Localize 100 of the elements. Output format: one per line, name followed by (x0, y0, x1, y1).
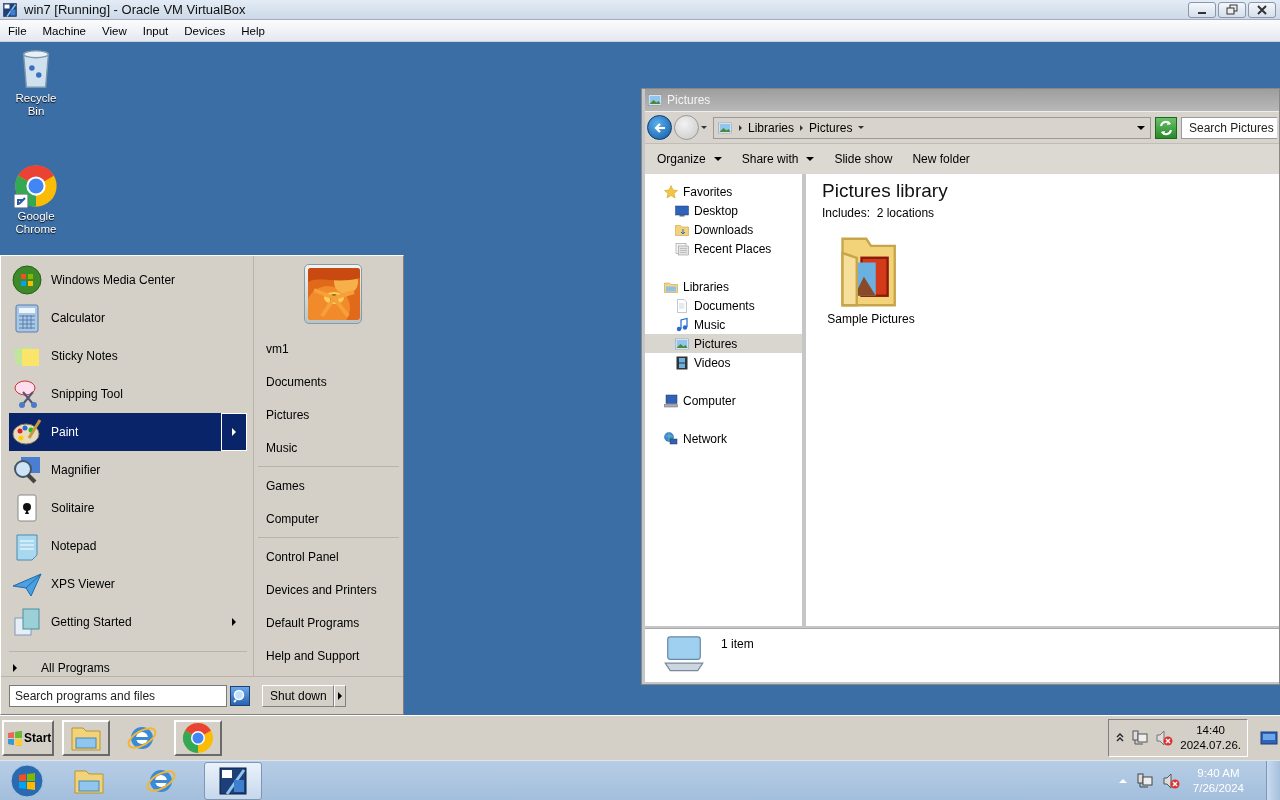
caret-icon (701, 126, 707, 129)
program-item[interactable]: Magnifier (9, 451, 247, 489)
menu-item[interactable]: Machine (34, 24, 94, 37)
program-item[interactable]: Paint (9, 413, 221, 451)
show-desktop-icon (1260, 730, 1278, 746)
menu-item[interactable]: File (0, 24, 35, 37)
menu-item[interactable]: View (94, 24, 135, 37)
caret-icon (713, 157, 722, 161)
nav-item[interactable]: Network (645, 429, 802, 448)
menu-item[interactable]: Music (258, 431, 403, 464)
nav-item[interactable]: Computer (645, 391, 802, 410)
search-field[interactable]: Search Pictures (1181, 116, 1277, 139)
menu-item[interactable]: Control Panel (258, 540, 399, 573)
nav-item[interactable]: Downloads (645, 220, 802, 239)
back-button[interactable] (647, 115, 672, 140)
app-icon (2, 1, 18, 18)
network-icon (1131, 729, 1149, 747)
recent-places-icon (674, 240, 690, 257)
nav-item[interactable]: Videos (645, 353, 802, 372)
address-bar[interactable]: Libraries Pictures (713, 116, 1151, 139)
refresh-button[interactable] (1155, 116, 1177, 139)
library-includes: Includes: 2 locations (822, 206, 936, 220)
start-button[interactable]: Start (2, 720, 54, 756)
arrow-icon (232, 618, 236, 626)
volume-muted-icon (1162, 771, 1180, 790)
windows-flag-icon (6, 729, 24, 747)
menu-item[interactable]: Documents (258, 365, 403, 398)
program-item[interactable]: Calculator (9, 299, 247, 337)
chrome-icon (182, 722, 214, 754)
taskbar-button[interactable] (204, 761, 262, 800)
monitor-icon (674, 202, 690, 219)
app-icon (217, 764, 249, 797)
item-count: 1 item (721, 637, 754, 651)
clock-date: 2024.07.26. (1180, 738, 1241, 753)
desktop-icon-label[interactable]: Google Chrome (6, 210, 66, 236)
laptop-icon (661, 633, 707, 673)
computer-icon (663, 392, 679, 409)
menu-item[interactable]: Devices (176, 24, 234, 37)
shut-down-options-button[interactable] (334, 684, 346, 707)
program-item[interactable]: Solitaire (9, 489, 247, 527)
toolbar-button[interactable]: Slide show (826, 147, 901, 171)
window-title: Pictures (667, 93, 711, 107)
search-button[interactable] (230, 685, 250, 706)
program-item[interactable]: Snipping Tool (9, 375, 247, 413)
music-note-icon (674, 316, 690, 333)
menu-item[interactable]: Pictures (258, 398, 403, 431)
toolbar-button[interactable]: Share with (733, 147, 823, 171)
all-programs-button[interactable]: All Programs (9, 651, 247, 676)
nav-item[interactable]: Desktop (645, 201, 802, 220)
arrow-icon (800, 124, 804, 131)
menu-item[interactable]: Input (134, 24, 177, 37)
clock-time: 14:40 (1196, 723, 1225, 738)
image-icon (647, 92, 663, 108)
nav-item[interactable]: Music (645, 315, 802, 334)
close-icon (1255, 3, 1269, 16)
nav-item[interactable]: Documents (645, 296, 802, 315)
restore-button[interactable] (1218, 1, 1246, 18)
clock-time: 9:40 AM (1197, 765, 1240, 781)
arrow-icon (13, 664, 17, 672)
caret-icon (806, 157, 815, 161)
close-button[interactable] (1248, 1, 1276, 18)
minimize-button[interactable] (1188, 1, 1216, 18)
program-item[interactable]: Windows Media Center (9, 261, 247, 299)
minimize-icon (1198, 11, 1206, 14)
toolbar-button[interactable]: New folder (904, 147, 978, 171)
nav-item[interactable]: Favorites (645, 182, 802, 201)
program-item[interactable]: Getting Started (9, 603, 221, 641)
nav-item[interactable]: Libraries (645, 277, 802, 296)
nav-item[interactable]: Recent Places (645, 239, 802, 258)
image-icon (717, 119, 733, 136)
shortcut-arrow-icon (14, 194, 28, 208)
network-icon (663, 430, 679, 447)
document-icon (11, 606, 43, 638)
arrow-icon (739, 124, 742, 131)
search-field[interactable]: Search programs and files (9, 684, 227, 707)
nav-item[interactable]: Pictures (645, 334, 802, 353)
breadcrumb-item[interactable]: Pictures (809, 120, 853, 135)
volume-muted-icon (1155, 729, 1173, 747)
arrow-icon (338, 691, 342, 700)
menu-item[interactable]: Help and Support (258, 639, 399, 672)
menu-item[interactable]: Devices and Printers (258, 573, 399, 606)
desktop-icon-label[interactable]: Recycle Bin (6, 92, 66, 118)
menu-item[interactable]: Games (258, 469, 399, 502)
breadcrumb-item[interactable]: Libraries (748, 120, 795, 135)
program-item[interactable]: XPS Viewer (9, 565, 247, 603)
program-item[interactable]: Notepad (9, 527, 247, 565)
menu-item[interactable]: Help (233, 24, 273, 37)
windows-orb-icon (10, 763, 44, 798)
folder-label[interactable]: Sample Pictures (827, 312, 915, 326)
menu-item[interactable]: Computer (258, 502, 399, 535)
shut-down-button[interactable]: Shut down (262, 684, 334, 707)
submenu-button[interactable] (221, 413, 247, 451)
document-icon (674, 297, 690, 314)
program-item[interactable]: Sticky Notes (9, 337, 247, 375)
menu-item[interactable]: vm1 (258, 332, 403, 365)
star-icon (663, 183, 679, 200)
arrow-icon (232, 428, 236, 436)
toolbar-button[interactable]: Organize (649, 147, 730, 171)
start-button[interactable] (8, 761, 46, 800)
menu-item[interactable]: Default Programs (258, 606, 399, 639)
